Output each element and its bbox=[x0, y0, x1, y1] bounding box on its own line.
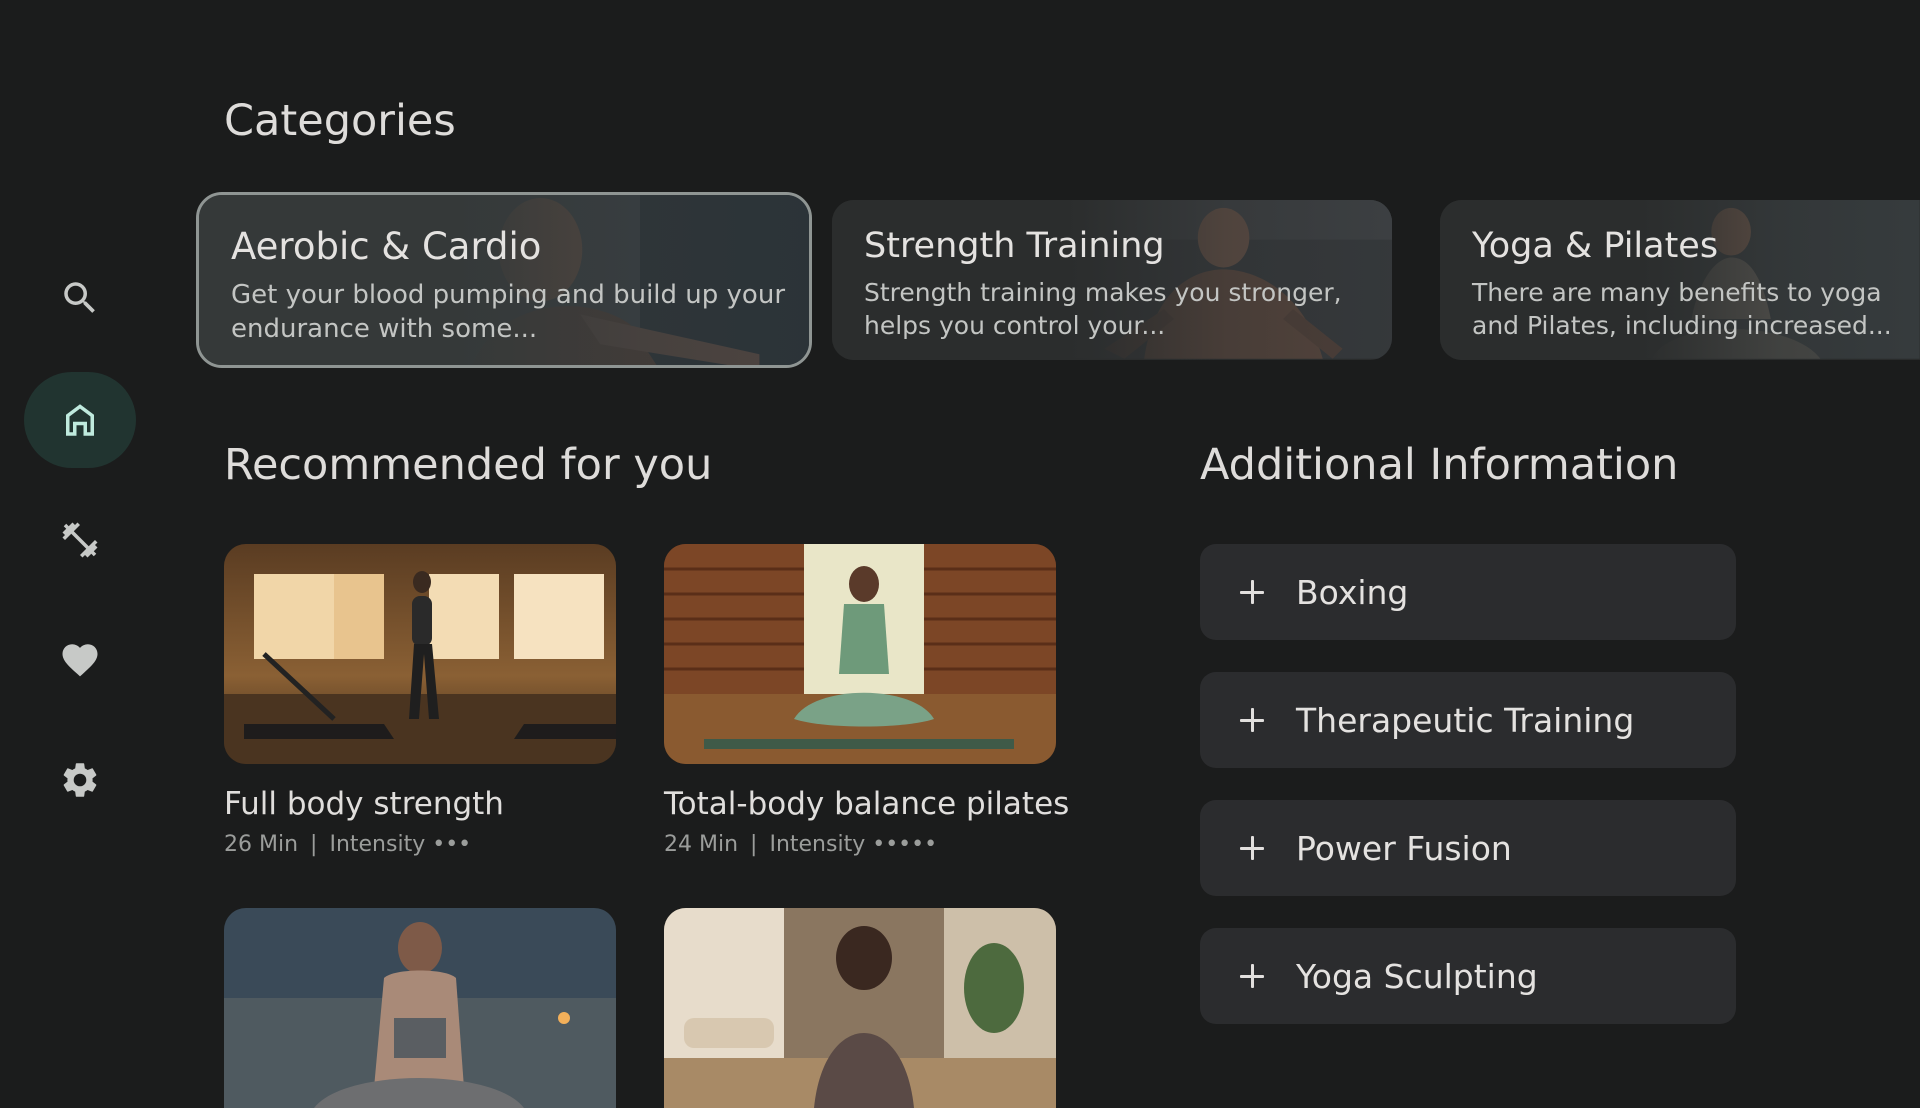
nav-home[interactable] bbox=[24, 372, 136, 468]
nav-settings[interactable] bbox=[24, 732, 136, 828]
plus-icon bbox=[1232, 572, 1272, 612]
category-description: Get your blood pumping and build up your… bbox=[231, 280, 786, 344]
heart-icon bbox=[62, 644, 98, 677]
category-name: Strength Training bbox=[864, 226, 1165, 266]
intensity-dots: ••• bbox=[432, 832, 472, 857]
workout-card-balance-pilates[interactable]: Total-body balance pilates 24 Min | Intens… bbox=[664, 544, 1070, 857]
plus-icon bbox=[1232, 700, 1272, 740]
accordion-boxing[interactable]: Boxing bbox=[1200, 544, 1736, 640]
accordion-label: Power Fusion bbox=[1296, 828, 1512, 868]
accordion-label: Yoga Sculpting bbox=[1296, 956, 1538, 996]
nav-workouts[interactable] bbox=[24, 492, 136, 588]
workout-thumbnail bbox=[664, 544, 1056, 764]
workout-title: Full body strength bbox=[224, 786, 504, 822]
accordion-label: Therapeutic Training bbox=[1296, 700, 1635, 740]
gear-icon bbox=[63, 763, 97, 797]
workout-thumbnail bbox=[224, 908, 616, 1108]
accordion-power-fusion[interactable]: Power Fusion bbox=[1200, 800, 1736, 896]
search-icon bbox=[64, 282, 95, 313]
home-icon bbox=[66, 404, 94, 436]
workout-meta: 26 Min | Intensity ••• bbox=[224, 832, 616, 857]
recommended-heading: Recommended for you bbox=[224, 440, 713, 490]
workout-card-full-body-strength[interactable]: Full body strength 26 Min | Intensity ••• bbox=[224, 544, 616, 857]
workout-intensity-label: Intensity bbox=[329, 832, 426, 857]
category-card-yoga[interactable]: Yoga & Pilates There are many benefits t… bbox=[1440, 200, 1920, 360]
category-name: Aerobic & Cardio bbox=[231, 225, 542, 268]
category-card-strength[interactable]: Strength Training Strength training make… bbox=[832, 200, 1392, 360]
workout-thumbnail bbox=[224, 544, 616, 764]
workout-meta: 24 Min | Intensity ••••• bbox=[664, 832, 1056, 857]
plus-icon bbox=[1232, 828, 1272, 868]
workout-title: Total-body balance pilates bbox=[664, 786, 1070, 822]
accordion-therapeutic-training[interactable]: Therapeutic Training bbox=[1200, 672, 1736, 768]
meta-separator: | bbox=[310, 832, 318, 857]
workout-duration: 24 Min bbox=[664, 832, 739, 857]
workout-intensity-label: Intensity bbox=[769, 832, 866, 857]
meta-separator: | bbox=[750, 832, 758, 857]
plus-icon bbox=[1232, 956, 1272, 996]
category-card-aerobic[interactable]: Aerobic & Cardio Get your blood pumping … bbox=[196, 192, 812, 368]
categories-heading: Categories bbox=[224, 96, 456, 146]
nav-favorites[interactable] bbox=[24, 612, 136, 708]
intensity-dots: ••••• bbox=[872, 832, 938, 857]
workout-card-mat-stretch[interactable] bbox=[664, 908, 1056, 1108]
category-description: Strength training makes you stronger, he… bbox=[864, 278, 1342, 340]
workout-thumbnail bbox=[664, 908, 1056, 1108]
workout-card-meditation[interactable] bbox=[224, 908, 616, 1108]
additional-info-heading: Additional Information bbox=[1200, 440, 1679, 490]
category-name: Yoga & Pilates bbox=[1472, 226, 1719, 266]
accordion-yoga-sculpting[interactable]: Yoga Sculpting bbox=[1200, 928, 1736, 1024]
workout-duration: 26 Min bbox=[224, 832, 299, 857]
nav-search[interactable] bbox=[24, 250, 136, 346]
category-description: There are many benefits to yoga and Pila… bbox=[1472, 278, 1892, 340]
accordion-label: Boxing bbox=[1296, 572, 1409, 612]
dumbbell-icon bbox=[62, 522, 98, 558]
